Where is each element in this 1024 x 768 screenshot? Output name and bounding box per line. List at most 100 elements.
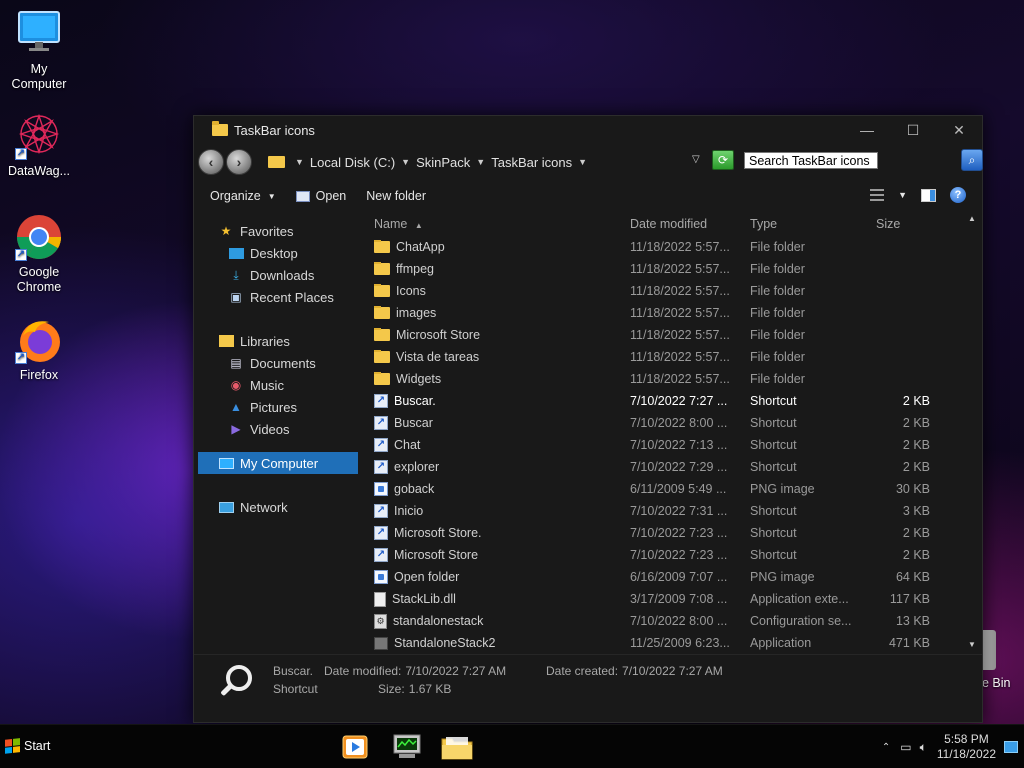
- title-bar[interactable]: TaskBar icons — ☐ ✕: [194, 116, 982, 144]
- nav-documents[interactable]: ▤ Documents: [198, 352, 358, 374]
- videos-icon: ▶: [231, 422, 241, 436]
- desktop-icon-firefox[interactable]: ↗ Firefox: [1, 316, 77, 383]
- refresh-button[interactable]: ⟳: [712, 150, 734, 170]
- table-row[interactable]: ↗ Inicio 7/10/2022 7:31 ... Shortcut 3 KB: [368, 500, 968, 522]
- volume-icon[interactable]: 🔈︎: [920, 740, 927, 755]
- nav-label: Desktop: [250, 245, 298, 261]
- minimize-button[interactable]: —: [844, 116, 890, 144]
- task-manager-taskbar-button[interactable]: [391, 733, 421, 761]
- file-name-cell: ↗ Microsoft Store.: [368, 526, 630, 540]
- nav-downloads[interactable]: ⤓ Downloads: [198, 264, 358, 286]
- nav-desktop[interactable]: Desktop: [198, 242, 358, 264]
- preview-pane-icon[interactable]: [921, 188, 936, 202]
- desktop-icon-my-computer[interactable]: My Computer: [1, 10, 77, 92]
- nav-libraries[interactable]: Libraries: [198, 330, 358, 352]
- table-row[interactable]: StandaloneStack2 11/25/2009 6:23... Applic…: [368, 632, 968, 654]
- explorer-taskbar-button[interactable]: [440, 733, 473, 761]
- view-options-icon[interactable]: [870, 189, 885, 201]
- chevron-down-icon[interactable]: ▼: [295, 157, 304, 167]
- table-row[interactable]: ffmpeg 11/18/2022 5:57... File folder: [368, 258, 968, 280]
- breadcrumb-item[interactable]: TaskBar icons: [491, 155, 572, 170]
- close-button[interactable]: ✕: [936, 116, 982, 144]
- desktop-icon-datawag[interactable]: ↗ DataWag...: [1, 112, 77, 179]
- desktop-icon-label: e Bin: [982, 676, 1011, 690]
- table-row[interactable]: Microsoft Store 11/18/2022 5:57... File fo…: [368, 324, 968, 346]
- monitor-icon: [15, 10, 63, 58]
- new-folder-button[interactable]: New folder: [366, 189, 426, 203]
- nav-network[interactable]: Network: [198, 496, 358, 518]
- column-header-name[interactable]: Name ▲: [368, 217, 630, 231]
- desktop-icon-google-chrome[interactable]: ↗ Google Chrome: [1, 213, 77, 295]
- file-date: 7/10/2022 7:23 ...: [630, 526, 728, 540]
- media-player-taskbar-button[interactable]: [341, 733, 371, 761]
- organize-label: Organize: [210, 189, 261, 203]
- desktop-icon-recycle-bin[interactable]: e Bin: [982, 630, 1022, 690]
- nav-recent-places[interactable]: ▣ Recent Places: [198, 286, 358, 308]
- file-name-cell: ⚙ standalonestack: [368, 613, 630, 629]
- table-row[interactable]: ↗ Microsoft Store 7/10/2022 7:23 ... Shortc…: [368, 544, 968, 566]
- table-row[interactable]: ChatApp 11/18/2022 5:57... File folder: [368, 236, 968, 258]
- open-button[interactable]: Open: [295, 189, 347, 203]
- table-row[interactable]: ⚙ standalonestack 7/10/2022 8:00 ... Config…: [368, 610, 968, 632]
- column-header-date[interactable]: Date modified: [630, 217, 750, 231]
- open-label: Open: [315, 189, 347, 203]
- search-input[interactable]: Search TaskBar icons: [744, 152, 878, 169]
- start-button[interactable]: Start: [5, 738, 50, 754]
- back-button[interactable]: ‹: [198, 149, 224, 175]
- folder-icon: [441, 737, 473, 760]
- file-date: 7/10/2022 7:23 ...: [630, 548, 728, 562]
- forward-button[interactable]: ›: [226, 149, 252, 175]
- search-icon[interactable]: ⌕: [961, 149, 983, 171]
- table-row[interactable]: Icons 11/18/2022 5:57... File folder: [368, 280, 968, 302]
- chevron-down-icon[interactable]: ▼: [476, 157, 485, 167]
- file-name: StackLib.dll: [392, 592, 456, 606]
- clock[interactable]: 5:58 PM 11/18/2022: [937, 732, 996, 762]
- nav-music[interactable]: ◉ Music: [198, 374, 358, 396]
- scroll-up-arrow[interactable]: ▲: [968, 214, 976, 223]
- table-row[interactable]: ↗ Buscar. 7/10/2022 7:27 ... Shortcut 2 KB: [368, 390, 968, 412]
- nav-pictures[interactable]: ▲ Pictures: [198, 396, 358, 418]
- command-bar: Organize ▼ Open New folder ▼ ?: [194, 184, 982, 208]
- table-row[interactable]: ↗ Microsoft Store. 7/10/2022 7:23 ... Short…: [368, 522, 968, 544]
- scroll-down-arrow[interactable]: ▼: [968, 640, 976, 649]
- breadcrumb-item[interactable]: SkinPack: [416, 155, 470, 170]
- nav-videos[interactable]: ▶ Videos: [198, 418, 358, 440]
- taskbar: Start ⌃ ▭ 🔈︎ 5:58 PM 11/18/2022: [0, 724, 1024, 768]
- chevron-up-icon[interactable]: ⌃: [882, 742, 890, 753]
- show-desktop-button[interactable]: [1004, 741, 1018, 753]
- file-name-cell: ↗ Microsoft Store: [368, 548, 630, 562]
- file-type: Shortcut: [750, 394, 797, 408]
- nav-my-computer[interactable]: My Computer: [198, 452, 358, 474]
- table-row[interactable]: images 11/18/2022 5:57... File folder: [368, 302, 968, 324]
- file-name: explorer: [394, 460, 440, 474]
- file-name: Vista de tareas: [396, 350, 480, 364]
- table-row[interactable]: Open folder 6/16/2009 7:07 ... PNG image 64…: [368, 566, 968, 588]
- file-type: Shortcut: [750, 416, 797, 430]
- file-type: File folder: [750, 306, 805, 320]
- file-type: File folder: [750, 328, 805, 342]
- table-row[interactable]: goback 6/11/2009 5:49 ... PNG image 30 KB: [368, 478, 968, 500]
- file-date: 6/11/2009 5:49 ...: [630, 482, 727, 496]
- chevron-down-icon[interactable]: ▼: [578, 157, 587, 167]
- table-row[interactable]: ↗ Buscar 7/10/2022 8:00 ... Shortcut 2 KB: [368, 412, 968, 434]
- network-icon[interactable]: ▭: [900, 740, 911, 754]
- chevron-down-icon[interactable]: ▼: [898, 190, 907, 200]
- breadcrumb-item[interactable]: Local Disk (C:): [310, 155, 395, 170]
- address-history-dropdown[interactable]: ▽: [692, 154, 700, 165]
- chevron-down-icon[interactable]: ▼: [401, 157, 410, 167]
- nav-favorites[interactable]: ★ Favorites: [198, 220, 358, 242]
- file-name-cell: StackLib.dll: [368, 591, 630, 607]
- table-row[interactable]: Widgets 11/18/2022 5:57... File folder: [368, 368, 968, 390]
- help-icon[interactable]: ?: [950, 187, 966, 203]
- file-type: Shortcut: [750, 438, 797, 452]
- column-header-size[interactable]: Size: [864, 217, 930, 231]
- table-row[interactable]: StackLib.dll 3/17/2009 7:08 ... Applicatio…: [368, 588, 968, 610]
- table-row[interactable]: ↗ Chat 7/10/2022 7:13 ... Shortcut 2 KB: [368, 434, 968, 456]
- table-row[interactable]: Vista de tareas 11/18/2022 5:57... File fo…: [368, 346, 968, 368]
- maximize-button[interactable]: ☐: [890, 116, 936, 144]
- clock-time: 5:58 PM: [944, 732, 989, 746]
- column-header-type[interactable]: Type: [750, 217, 864, 231]
- file-name: Chat: [394, 438, 421, 452]
- organize-button[interactable]: Organize ▼: [210, 189, 276, 203]
- table-row[interactable]: ↗ explorer 7/10/2022 7:29 ... Shortcut 2 KB: [368, 456, 968, 478]
